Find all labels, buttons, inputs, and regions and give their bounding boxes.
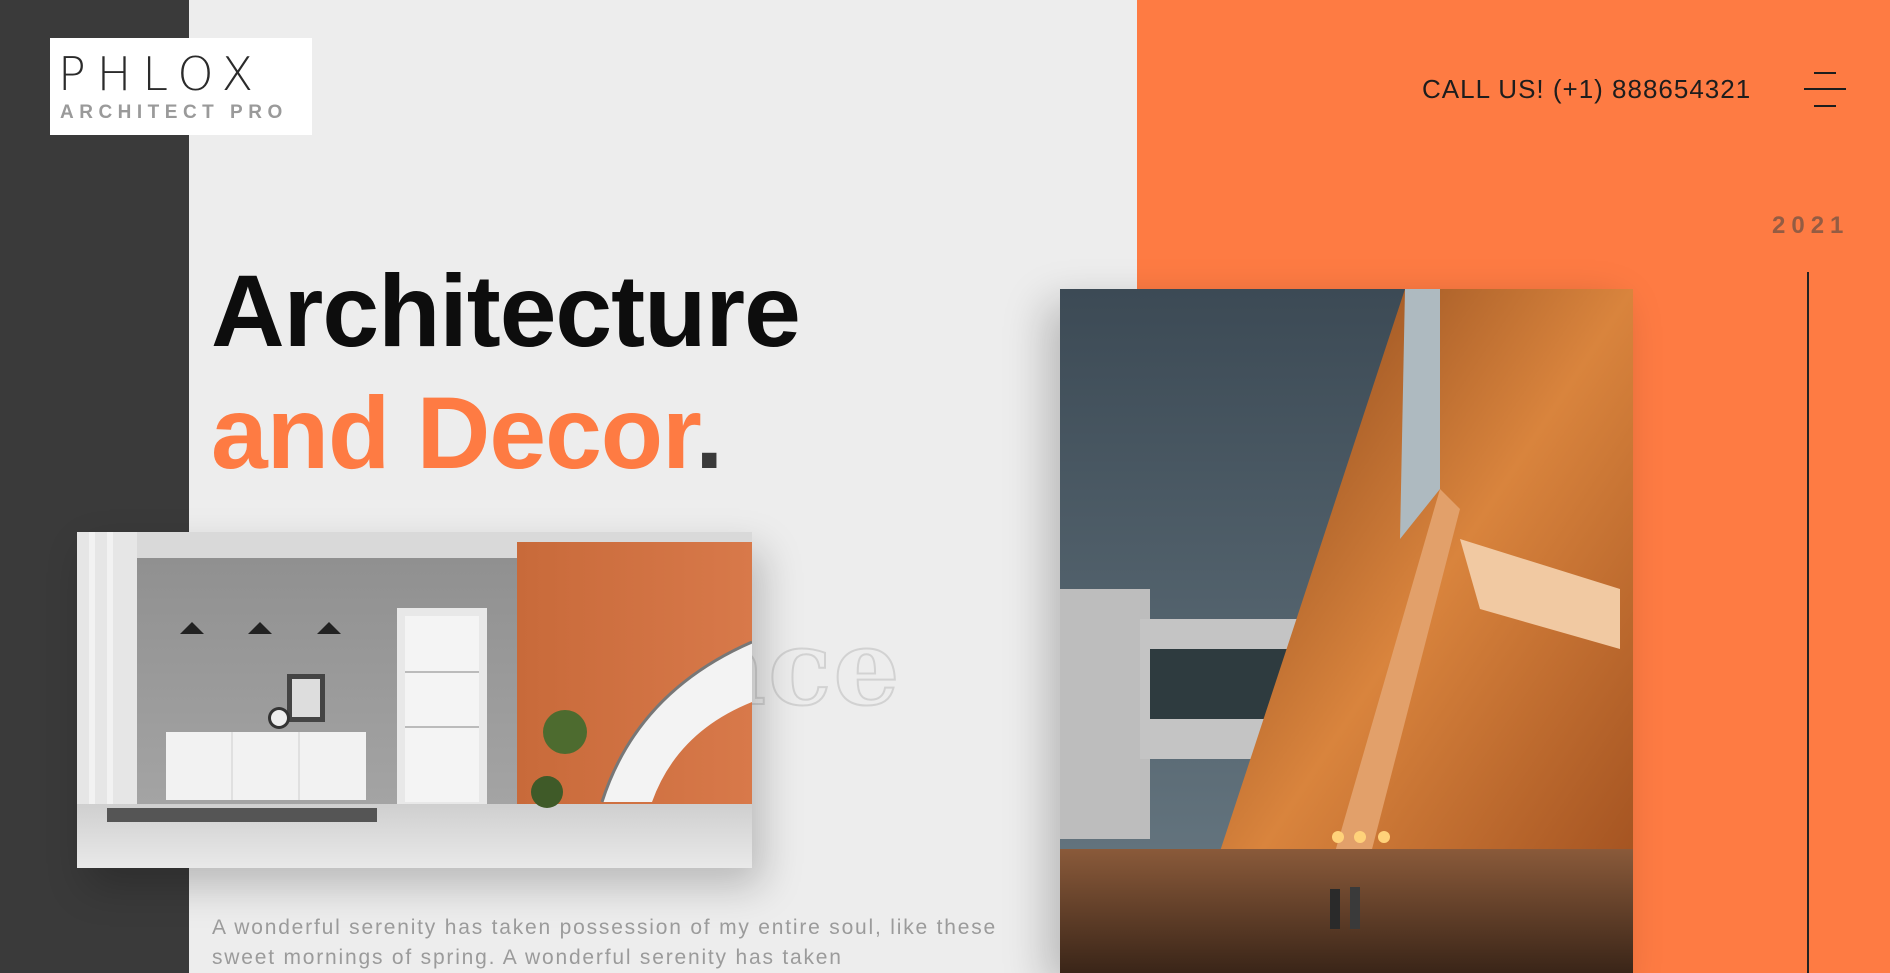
call-us-text[interactable]: CALL US! (+1) 888654321 [1422,72,1751,106]
year-label: 2021 [1772,212,1850,239]
headline-line-2: and Decor [211,376,696,490]
logo-title: PHLOX [58,47,265,101]
logo-subtitle: ARCHITECT PRO [60,102,288,123]
building-exterior-photo [1060,289,1633,973]
vertical-divider [1807,272,1809,973]
hero-paragraph: A wonderful serenity has taken possessio… [212,916,997,969]
headline-dot: . [695,376,723,490]
interior-room-photo [77,532,752,868]
site-logo[interactable]: PHLOX ARCHITECT PRO [50,38,312,135]
hero-headline: Architecture and Decor. [211,250,801,494]
headline-line-1: Architecture [211,254,801,368]
hamburger-menu-icon[interactable] [1804,70,1846,110]
